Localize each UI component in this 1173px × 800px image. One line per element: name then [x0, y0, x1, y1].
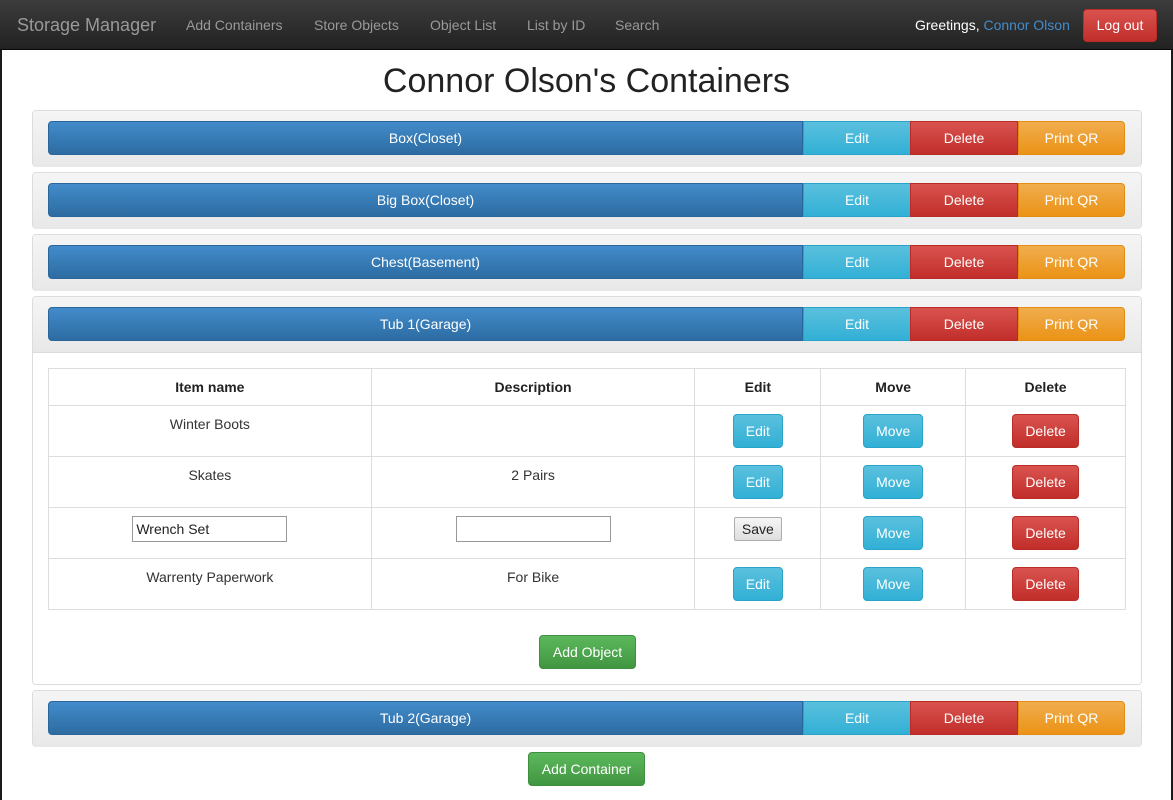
- container-print-qr-button[interactable]: Print QR: [1018, 183, 1125, 217]
- nav-search[interactable]: Search: [615, 17, 659, 34]
- container-panel: Chest(Basement) Edit Delete Print QR: [32, 234, 1142, 291]
- brand-link[interactable]: Storage Manager: [17, 14, 156, 36]
- container-panel: Box(Closet) Edit Delete Print QR: [32, 110, 1142, 167]
- greeting-prefix: Greetings,: [915, 17, 984, 33]
- item-description: 2 Pairs: [511, 467, 555, 483]
- table-header-row: Item name Description Edit Move Delete: [48, 368, 1126, 406]
- add-container-button[interactable]: Add Container: [528, 752, 645, 786]
- container-name-button[interactable]: Big Box(Closet): [48, 183, 803, 217]
- container-print-qr-button[interactable]: Print QR: [1018, 121, 1125, 155]
- table-row: Skates 2 Pairs Edit Move Delete: [48, 456, 1126, 508]
- container-panel: Tub 2(Garage) Edit Delete Print QR: [32, 690, 1142, 747]
- container-print-qr-button[interactable]: Print QR: [1018, 307, 1125, 341]
- column-header-edit: Edit: [694, 368, 822, 406]
- container-header: Chest(Basement) Edit Delete Print QR: [33, 235, 1141, 291]
- container-edit-button[interactable]: Edit: [803, 701, 911, 735]
- container-name-button[interactable]: Chest(Basement): [48, 245, 803, 279]
- container-delete-button[interactable]: Delete: [910, 245, 1018, 279]
- item-name: Winter Boots: [169, 416, 250, 432]
- item-description: For Bike: [506, 569, 560, 585]
- column-header-delete: Delete: [965, 368, 1126, 406]
- container-edit-button[interactable]: Edit: [803, 307, 911, 341]
- table-row: Winter Boots Edit Move Delete: [48, 405, 1126, 457]
- column-header-item-name: Item name: [48, 368, 372, 406]
- item-delete-button[interactable]: Delete: [1012, 516, 1080, 550]
- item-name: Skates: [188, 467, 232, 483]
- item-save-button[interactable]: Save: [733, 517, 782, 541]
- item-edit-button[interactable]: Edit: [732, 567, 783, 601]
- item-name: Warrenty Paperwork: [146, 569, 274, 585]
- container-print-qr-button[interactable]: Print QR: [1018, 245, 1125, 279]
- item-delete-button[interactable]: Delete: [1012, 414, 1080, 448]
- container-delete-button[interactable]: Delete: [910, 121, 1018, 155]
- add-object-button[interactable]: Add Object: [539, 635, 636, 669]
- container-name-button[interactable]: Box(Closet): [48, 121, 803, 155]
- container-delete-button[interactable]: Delete: [910, 701, 1018, 735]
- item-edit-button[interactable]: Edit: [732, 414, 783, 448]
- item-delete-button[interactable]: Delete: [1012, 465, 1080, 499]
- item-name-input[interactable]: [132, 516, 288, 542]
- logout-button[interactable]: Log out: [1083, 9, 1157, 42]
- item-move-button[interactable]: Move: [863, 516, 924, 550]
- items-table: Item name Description Edit Move Delete W…: [48, 368, 1126, 610]
- container-header: Big Box(Closet) Edit Delete Print QR: [33, 173, 1141, 229]
- container-delete-button[interactable]: Delete: [910, 183, 1018, 217]
- nav-store-objects[interactable]: Store Objects: [314, 17, 399, 34]
- item-description-input[interactable]: [455, 516, 611, 542]
- container-panel: Big Box(Closet) Edit Delete Print QR: [32, 172, 1142, 229]
- username-link[interactable]: Connor Olson: [983, 17, 1069, 33]
- nav-list-by-id[interactable]: List by ID: [527, 17, 585, 34]
- container-header: Box(Closet) Edit Delete Print QR: [33, 111, 1141, 167]
- container-header: Tub 1(Garage) Edit Delete Print QR: [33, 297, 1141, 353]
- item-delete-button[interactable]: Delete: [1012, 567, 1080, 601]
- container-name-button[interactable]: Tub 1(Garage): [48, 307, 803, 341]
- navbar: Storage Manager Add Containers Store Obj…: [0, 0, 1173, 50]
- container-print-qr-button[interactable]: Print QR: [1018, 701, 1125, 735]
- container-delete-button[interactable]: Delete: [910, 307, 1018, 341]
- item-description: [372, 406, 695, 416]
- container-edit-button[interactable]: Edit: [803, 183, 911, 217]
- item-move-button[interactable]: Move: [863, 414, 924, 448]
- page-title: Connor Olson's Containers: [382, 62, 791, 100]
- container-panel-expanded: Tub 1(Garage) Edit Delete Print QR Item …: [32, 296, 1142, 685]
- item-edit-button[interactable]: Edit: [732, 465, 783, 499]
- item-move-button[interactable]: Move: [863, 567, 924, 601]
- nav-add-containers[interactable]: Add Containers: [186, 17, 283, 34]
- item-move-button[interactable]: Move: [863, 465, 924, 499]
- table-row-editing: Save Move Delete: [48, 507, 1126, 559]
- container-edit-button[interactable]: Edit: [803, 245, 911, 279]
- table-row: Warrenty Paperwork For Bike Edit Move De…: [48, 558, 1126, 610]
- container-header: Tub 2(Garage) Edit Delete Print QR: [33, 691, 1141, 747]
- container-name-button[interactable]: Tub 2(Garage): [48, 701, 803, 735]
- container-edit-button[interactable]: Edit: [803, 121, 911, 155]
- column-header-move: Move: [820, 368, 967, 406]
- column-header-description: Description: [370, 368, 696, 406]
- greeting: Greetings, Connor Olson: [915, 17, 1070, 34]
- nav-object-list[interactable]: Object List: [430, 17, 496, 34]
